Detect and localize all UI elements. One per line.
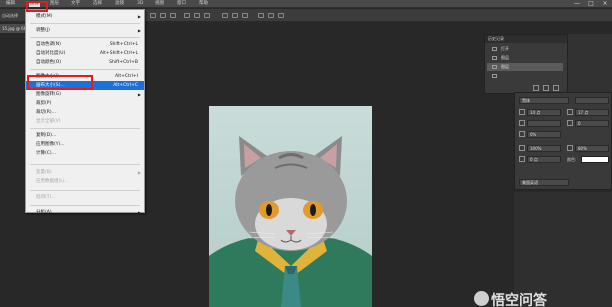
highlight-box-canvas-size [27, 75, 93, 90]
menu-item-auto-color[interactable]: 自动颜色(O) Shift+Ctrl+B [26, 58, 144, 67]
history-panel-title: 历史记录 [485, 35, 567, 43]
history-state-icon [492, 56, 497, 60]
tracking-icon [567, 120, 573, 126]
font-style-select[interactable] [575, 97, 609, 104]
menu-view[interactable]: 视图 [155, 1, 164, 7]
horizontal-scale-field[interactable]: 80% [575, 145, 609, 152]
leading-icon [567, 109, 573, 115]
menu-divider [30, 37, 140, 38]
baseline-shift-field[interactable]: 0 点 [527, 156, 561, 163]
menu-item-trim[interactable]: 裁切(R)... [26, 108, 144, 117]
distribute-icon[interactable] [222, 13, 228, 18]
submenu-arrow-icon: ▶ [137, 210, 141, 215]
menu-divider [30, 190, 140, 191]
menu-item-auto-tone[interactable]: 自动色调(N) Shift+Ctrl+L [26, 40, 144, 49]
menu-edit[interactable]: 编辑 [6, 1, 15, 7]
menu-item-duplicate[interactable]: 复制(D)... [26, 131, 144, 140]
close-icon[interactable]: × [598, 0, 612, 8]
menu-filter[interactable]: 滤镜 [115, 1, 124, 7]
menu-item-mode[interactable]: 模式(M) ▶ [26, 12, 144, 21]
tsume-icon [519, 131, 525, 137]
align-bottom-icon[interactable] [204, 13, 210, 18]
vertical-scale-icon [519, 145, 525, 151]
distribute-2-icon[interactable] [232, 13, 238, 18]
menu-help[interactable]: 帮助 [199, 1, 208, 7]
menu-bar: 编辑 图像 图层 文字 选择 滤镜 3D 视图 窗口 帮助 — □ × [0, 0, 612, 8]
submenu-arrow-icon: ▶ [137, 170, 141, 175]
submenu-arrow-icon: ▶ [137, 92, 141, 97]
menu-divider [30, 164, 140, 165]
menu-item-calculations[interactable]: 计算(C)... [26, 149, 144, 158]
menu-item-image-rotation[interactable]: 图像旋转(G) ▶ [26, 90, 144, 99]
transform-icon[interactable] [258, 13, 264, 18]
transform-3-icon[interactable] [278, 13, 284, 18]
align-center-icon[interactable] [160, 13, 166, 18]
highlight-box-image-menu [26, 1, 48, 12]
right-panel-strip [568, 34, 612, 94]
baseline-shift-icon [519, 156, 525, 162]
history-row[interactable]: 打开 [487, 45, 563, 53]
menu-item-crop[interactable]: 裁剪(P) [26, 99, 144, 108]
menu-window[interactable]: 窗口 [177, 1, 186, 7]
menu-item-apply-data-set[interactable]: 应用数据组(L)... [26, 177, 144, 186]
color-label: 颜色: [567, 157, 577, 162]
tsume-field[interactable]: 0% [527, 131, 561, 138]
trash-icon[interactable] [553, 85, 559, 91]
maximize-icon[interactable]: □ [584, 0, 598, 8]
submenu-arrow-icon: ▶ [137, 14, 141, 19]
vertical-scale-field[interactable]: 100% [527, 145, 561, 152]
history-state-icon [492, 74, 497, 78]
align-left-icon[interactable] [150, 13, 156, 18]
menu-item-analysis[interactable]: 分析(A) ▶ [26, 208, 144, 217]
menu-divider [30, 23, 140, 24]
character-panel: 黑体 14 点 17 点 0 0% 100% 80% 0 点 颜色: 美国英语 [514, 92, 612, 190]
history-row[interactable] [487, 72, 563, 80]
history-row[interactable]: 图层 [487, 54, 563, 62]
align-middle-icon[interactable] [194, 13, 200, 18]
minimize-icon[interactable]: — [570, 0, 584, 8]
text-color-swatch[interactable] [581, 156, 609, 163]
language-select[interactable]: 美国英语 [519, 179, 569, 186]
font-size-field[interactable]: 14 点 [527, 109, 561, 116]
align-right-icon[interactable] [170, 13, 176, 18]
font-size-icon [519, 109, 525, 115]
menu-type[interactable]: 文字 [71, 1, 80, 7]
font-family-select[interactable]: 黑体 [519, 97, 569, 104]
history-row[interactable]: 图层 [487, 63, 563, 71]
history-panel: 历史记录 打开 图层 图层 [484, 34, 568, 94]
horizontal-scale-icon [567, 145, 573, 151]
align-top-icon[interactable] [184, 13, 190, 18]
auto-select-label[interactable]: 自动选择 [2, 13, 18, 19]
menu-layer[interactable]: 图层 [50, 1, 59, 7]
menu-divider [30, 128, 140, 129]
watermark-text: 悟空问答 [491, 293, 547, 307]
distribute-3-icon[interactable] [242, 13, 248, 18]
menu-item-auto-contrast[interactable]: 自动对比度(U) Alt+Shift+Ctrl+L [26, 49, 144, 58]
transform-2-icon[interactable] [268, 13, 274, 18]
menu-divider [30, 69, 140, 70]
snapshot-icon[interactable] [533, 85, 539, 91]
submenu-arrow-icon: ▶ [137, 28, 141, 33]
tracking-field[interactable]: 0 [575, 120, 609, 127]
menu-divider [30, 205, 140, 206]
history-state-icon [492, 47, 497, 51]
menu-item-apply-image[interactable]: 应用图像(Y)... [26, 140, 144, 149]
menu-item-variables[interactable]: 变量(B) ▶ [26, 168, 144, 177]
menu-item-trap[interactable]: 陷印(T)... [26, 193, 144, 202]
cat-illustration [209, 136, 372, 307]
cat-photo [209, 106, 372, 307]
menu-item-adjustments[interactable]: 调整(J) ▶ [26, 26, 144, 35]
history-state-icon [492, 65, 497, 69]
kerning-field[interactable] [527, 120, 561, 127]
menu-select[interactable]: 选择 [93, 1, 102, 7]
kerning-icon [519, 120, 525, 126]
new-document-icon[interactable] [543, 85, 549, 91]
menu-item-reveal-all[interactable]: 显示全部(V) [26, 117, 144, 126]
image-menu: 模式(M) ▶ 调整(J) ▶ 自动色调(N) Shift+Ctrl+L 自动对… [25, 9, 145, 215]
leading-field[interactable]: 17 点 [575, 109, 609, 116]
menu-3d[interactable]: 3D [137, 1, 143, 7]
watermark-logo-icon [474, 291, 489, 306]
